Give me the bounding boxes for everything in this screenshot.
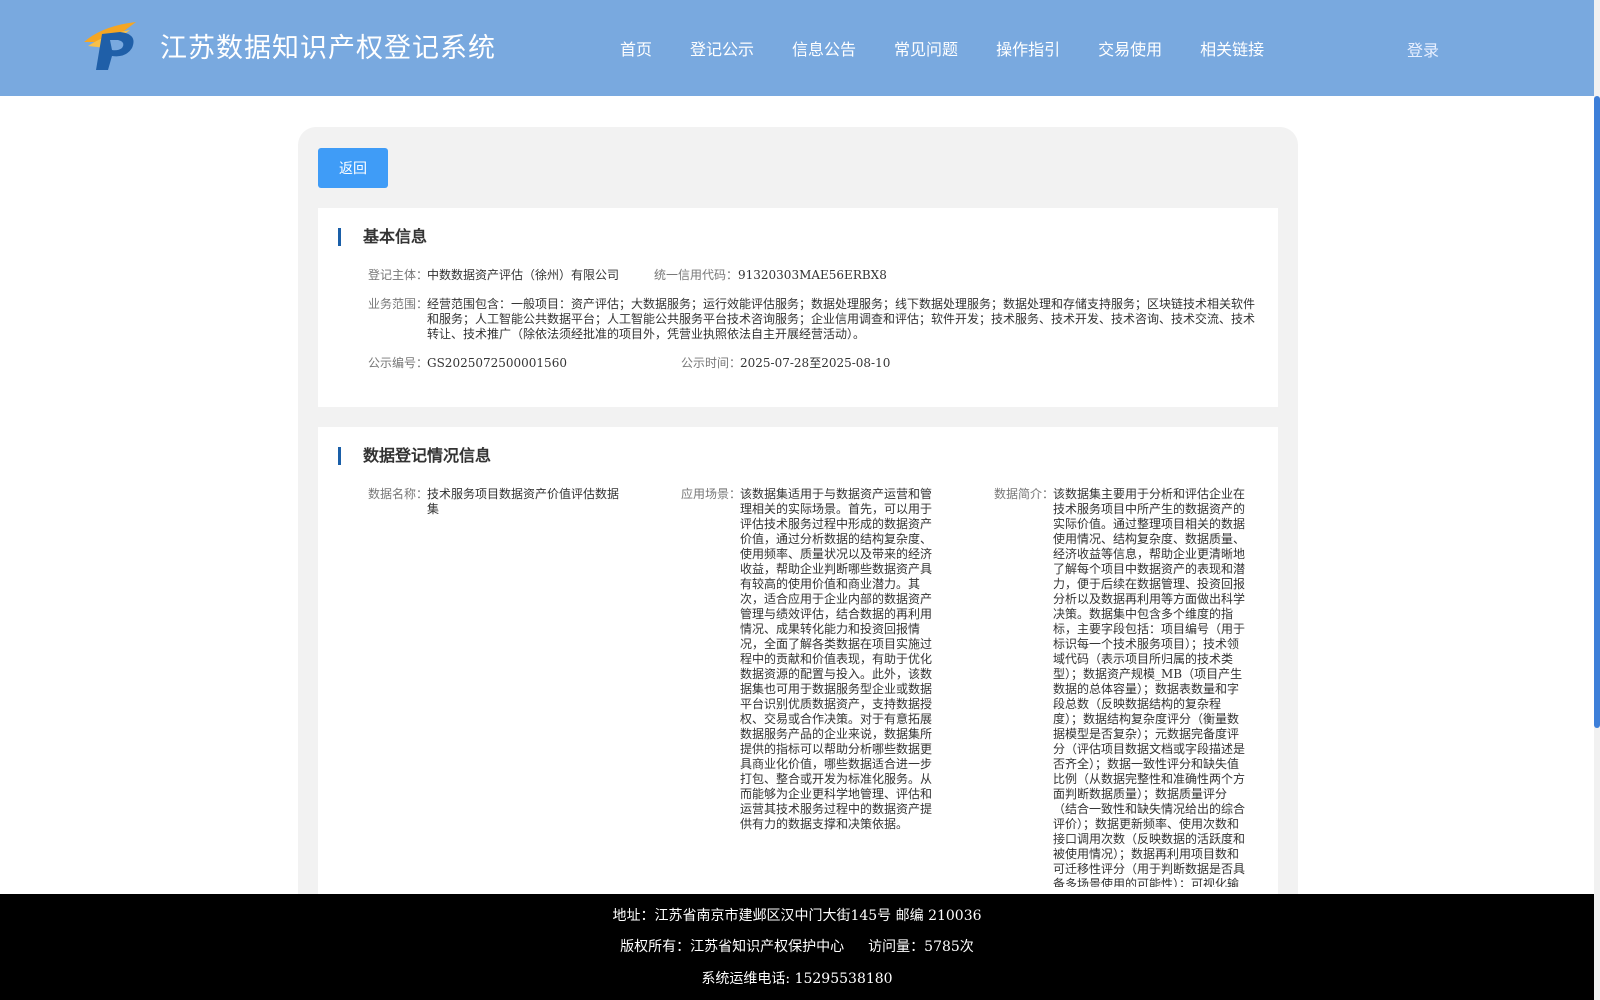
- footer-copyright: 版权所有：江苏省知识产权保护中心: [620, 939, 845, 955]
- business-scope-field: 业务范围： 经营范围包含：一般项目：资产评估；大数据服务；运行效能评估服务；数据…: [368, 297, 1255, 345]
- data-intro-value: 该数据集主要用于分析和评估企业在技术服务项目中所产生的数据资产的实际价值。通过整…: [1053, 487, 1246, 887]
- application-scene-field: 应用场景： 该数据集适用于与数据资产运营和管理相关的实际场景。首先，可以用于评估…: [681, 487, 941, 832]
- footer-phone: 系统运维电话: 15295538180: [701, 971, 893, 987]
- application-scene-label: 应用场景：: [681, 487, 742, 501]
- credit-code-value: 91320303MAE56ERBX8: [738, 268, 887, 282]
- nav-operation-guide[interactable]: 操作指引: [996, 36, 1060, 60]
- back-button[interactable]: 返回: [318, 148, 388, 188]
- subject-value: 中数数据资产评估（徐州）有限公司: [427, 268, 620, 282]
- nav-transaction-use[interactable]: 交易使用: [1098, 36, 1162, 60]
- publicity-time-label: 公示时间：: [681, 356, 742, 370]
- footer-address: 地址：江苏省南京市建邺区汉中门大街145号 邮编 210036: [612, 908, 982, 924]
- data-name-value: 技术服务项目数据资产价值评估数据集: [427, 487, 620, 516]
- site-title: 江苏数据知识产权登记系统: [160, 33, 496, 64]
- publicity-number-value: GS2025072500001560: [427, 356, 567, 370]
- credit-code-label: 统一信用代码：: [654, 268, 739, 282]
- detail-panel: 返回 基本信息 登记主体： 中数数据资产评估（徐州）有限公司 统一信用代码： 9…: [298, 127, 1298, 1000]
- site-logo-icon: [84, 22, 136, 70]
- publicity-number-field: 公示编号： GS2025072500001560: [368, 356, 668, 372]
- application-scene-value: 该数据集适用于与数据资产运营和管理相关的实际场景。首先，可以用于评估技术服务过程…: [740, 487, 933, 831]
- credit-code-field: 统一信用代码： 91320303MAE56ERBX8: [654, 268, 954, 284]
- main-nav: 首页 登记公示 信息公告 常见问题 操作指引 交易使用 相关链接: [620, 36, 1302, 60]
- nav-registration-publicity[interactable]: 登记公示: [690, 36, 754, 60]
- business-scope-value: 经营范围包含：一般项目：资产评估；大数据服务；运行效能评估服务；数据处理服务；线…: [427, 297, 1256, 341]
- site-header: 江苏数据知识产权登记系统 首页 登记公示 信息公告 常见问题 操作指引 交易使用…: [0, 0, 1594, 96]
- login-link[interactable]: 登录: [1407, 37, 1439, 61]
- publicity-time-field: 公示时间： 2025-07-28至2025-08-10: [681, 356, 981, 372]
- nav-home[interactable]: 首页: [620, 36, 652, 60]
- footer-visits: 访问量：5785次: [868, 939, 974, 955]
- site-footer: 地址：江苏省南京市建邺区汉中门大街145号 邮编 210036 版权所有：江苏省…: [0, 894, 1594, 1000]
- subject-label: 登记主体：: [368, 268, 429, 282]
- business-scope-label: 业务范围：: [368, 297, 429, 311]
- basic-info-card: 基本信息 登记主体： 中数数据资产评估（徐州）有限公司 统一信用代码： 9132…: [318, 208, 1278, 407]
- subject-field: 登记主体： 中数数据资产评估（徐州）有限公司: [368, 268, 648, 284]
- data-registration-title: 数据登记情况信息: [338, 447, 491, 465]
- publicity-time-value: 2025-07-28至2025-08-10: [740, 356, 891, 370]
- nav-faq[interactable]: 常见问题: [894, 36, 958, 60]
- data-intro-label: 数据简介：: [994, 487, 1055, 501]
- nav-related-links[interactable]: 相关链接: [1200, 36, 1264, 60]
- data-intro-field: 数据简介： 该数据集主要用于分析和评估企业在技术服务项目中所产生的数据资产的实际…: [994, 487, 1258, 887]
- basic-info-title: 基本信息: [338, 228, 427, 246]
- footer-copyright-line: 版权所有：江苏省知识产权保护中心 访问量：5785次: [0, 936, 1594, 956]
- data-name-field: 数据名称： 技术服务项目数据资产价值评估数据集: [368, 487, 628, 527]
- nav-info-announcement[interactable]: 信息公告: [792, 36, 856, 60]
- data-name-label: 数据名称：: [368, 487, 429, 501]
- page-scrollbar-thumb[interactable]: [1594, 96, 1600, 728]
- publicity-number-label: 公示编号：: [368, 356, 429, 370]
